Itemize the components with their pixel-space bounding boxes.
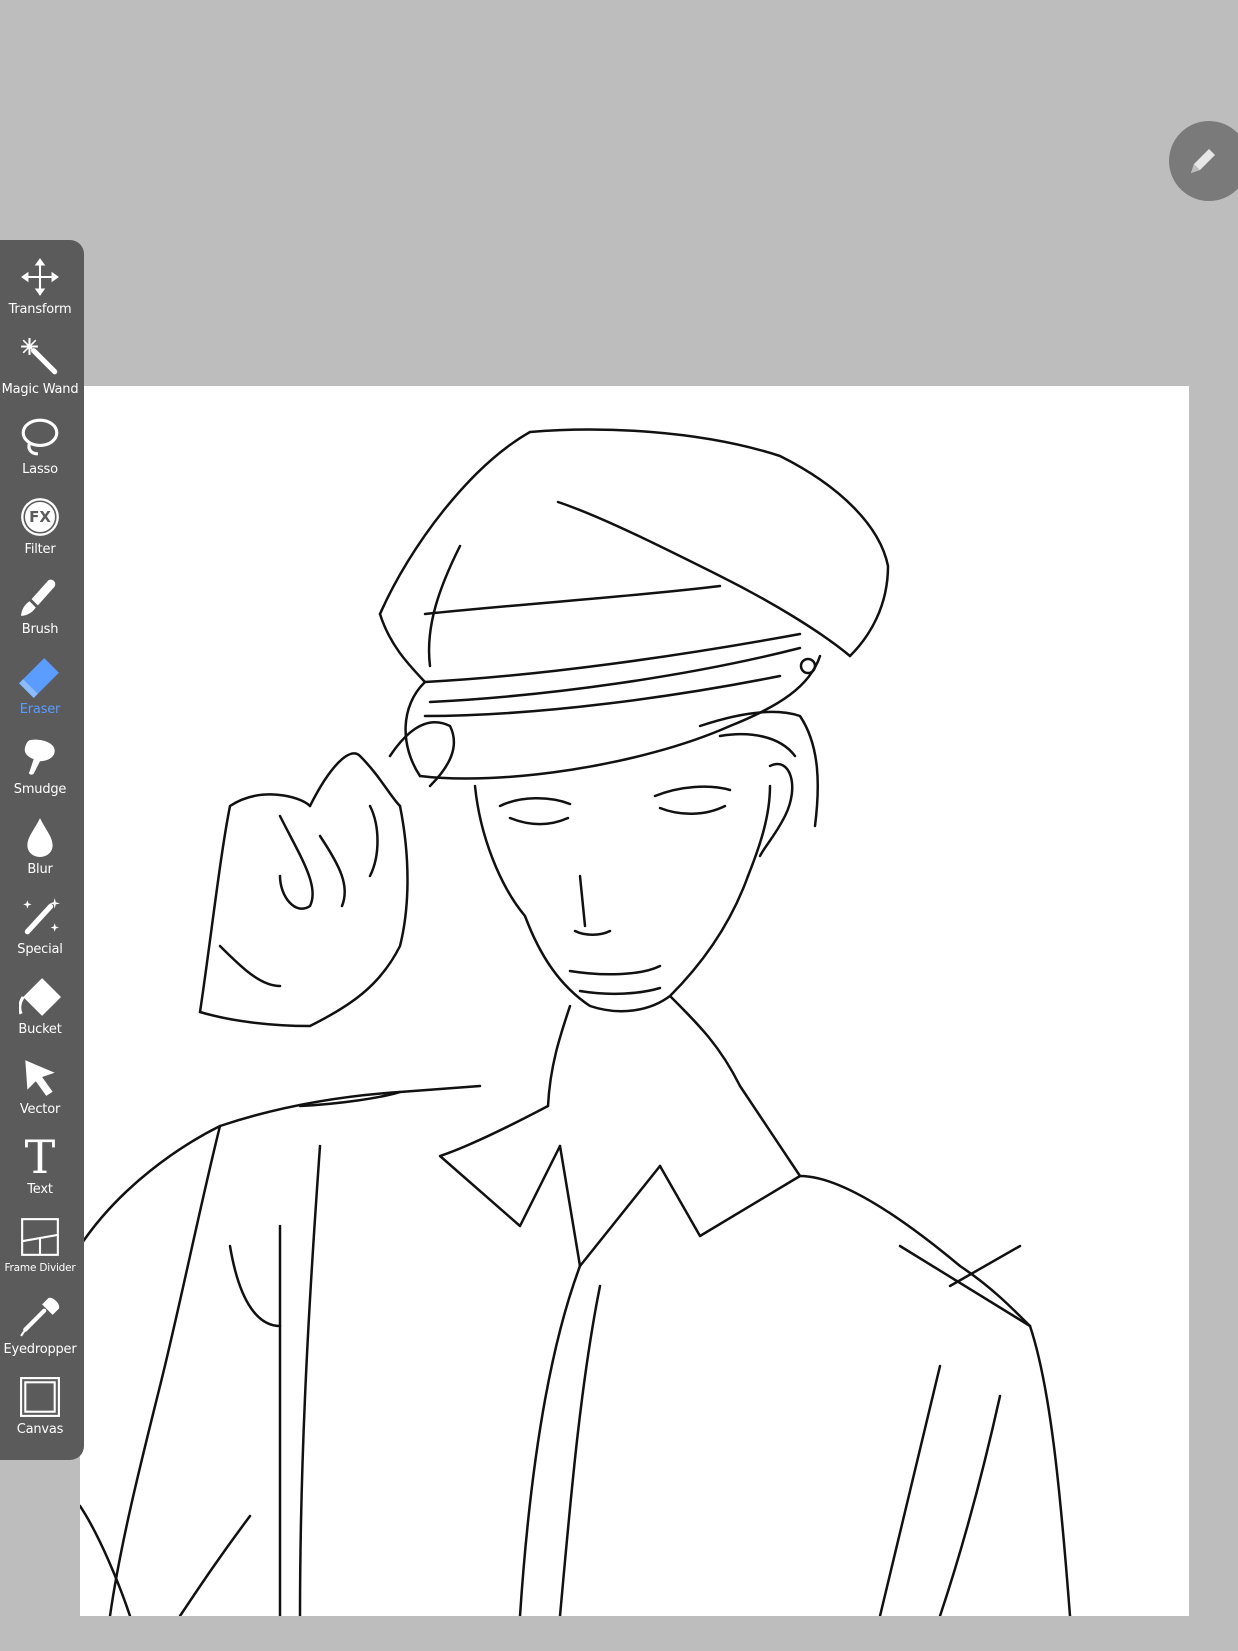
tool-label: Brush <box>21 622 59 637</box>
tool-special[interactable]: Special <box>0 892 80 972</box>
tool-label: Lasso <box>22 462 58 477</box>
tool-label: Canvas <box>16 1422 64 1437</box>
tool-label: Vector <box>19 1102 61 1117</box>
line-art-drawing <box>80 428 1072 1616</box>
tool-label: Special <box>17 942 63 957</box>
tool-eraser[interactable]: Eraser <box>0 652 80 732</box>
tool-transform[interactable]: Transform <box>0 252 80 332</box>
tool-bucket[interactable]: Bucket <box>0 972 80 1052</box>
bucket-icon <box>18 974 62 1020</box>
lasso-icon <box>18 414 62 460</box>
tool-magic-wand[interactable]: Magic Wand <box>0 332 80 412</box>
text-t-icon: T <box>18 1134 62 1180</box>
sparkle-pen-icon <box>18 894 62 940</box>
eyedropper-icon <box>18 1294 62 1340</box>
drawing-canvas[interactable] <box>80 386 1189 1616</box>
tool-brush[interactable]: Brush <box>0 572 80 652</box>
pencil-icon <box>1191 149 1215 173</box>
move-arrows-icon <box>18 254 62 300</box>
canvas-square-icon <box>18 1374 62 1420</box>
fx-glyph: FX <box>29 508 51 526</box>
tool-label: Eyedropper <box>3 1342 77 1357</box>
tool-lasso[interactable]: Lasso <box>0 412 80 492</box>
tool-text[interactable]: T Text <box>0 1132 80 1212</box>
tool-filter[interactable]: FX Filter <box>0 492 80 572</box>
tool-label: Smudge <box>13 782 67 797</box>
tool-label: Bucket <box>18 1022 62 1037</box>
tool-canvas[interactable]: Canvas <box>0 1372 80 1452</box>
tool-palette: Transform Magic Wand Lasso FX Filter Bru… <box>0 240 84 1460</box>
cursor-arrow-icon <box>18 1054 62 1100</box>
tool-label: Frame Divider <box>4 1262 76 1274</box>
tool-label: Blur <box>27 862 53 877</box>
tool-vector[interactable]: Vector <box>0 1052 80 1132</box>
tool-smudge[interactable]: Smudge <box>0 732 80 812</box>
brush-icon <box>18 574 62 620</box>
tool-blur[interactable]: Blur <box>0 812 80 892</box>
droplet-icon <box>18 814 62 860</box>
smudge-icon <box>18 734 62 780</box>
tool-label: Eraser <box>19 702 61 717</box>
tool-label: Transform <box>8 302 72 317</box>
tool-eyedropper[interactable]: Eyedropper <box>0 1292 80 1372</box>
frame-divider-icon <box>18 1214 62 1260</box>
magic-wand-icon <box>18 334 62 380</box>
pen-mode-button[interactable] <box>1169 121 1238 201</box>
fx-icon: FX <box>18 494 62 540</box>
tool-label: Filter <box>24 542 56 557</box>
tool-frame-divider[interactable]: Frame Divider <box>0 1212 80 1292</box>
text-glyph: T <box>24 1130 56 1184</box>
tool-label: Text <box>27 1182 53 1197</box>
tool-label: Magic Wand <box>1 382 79 397</box>
eraser-icon <box>18 654 62 700</box>
